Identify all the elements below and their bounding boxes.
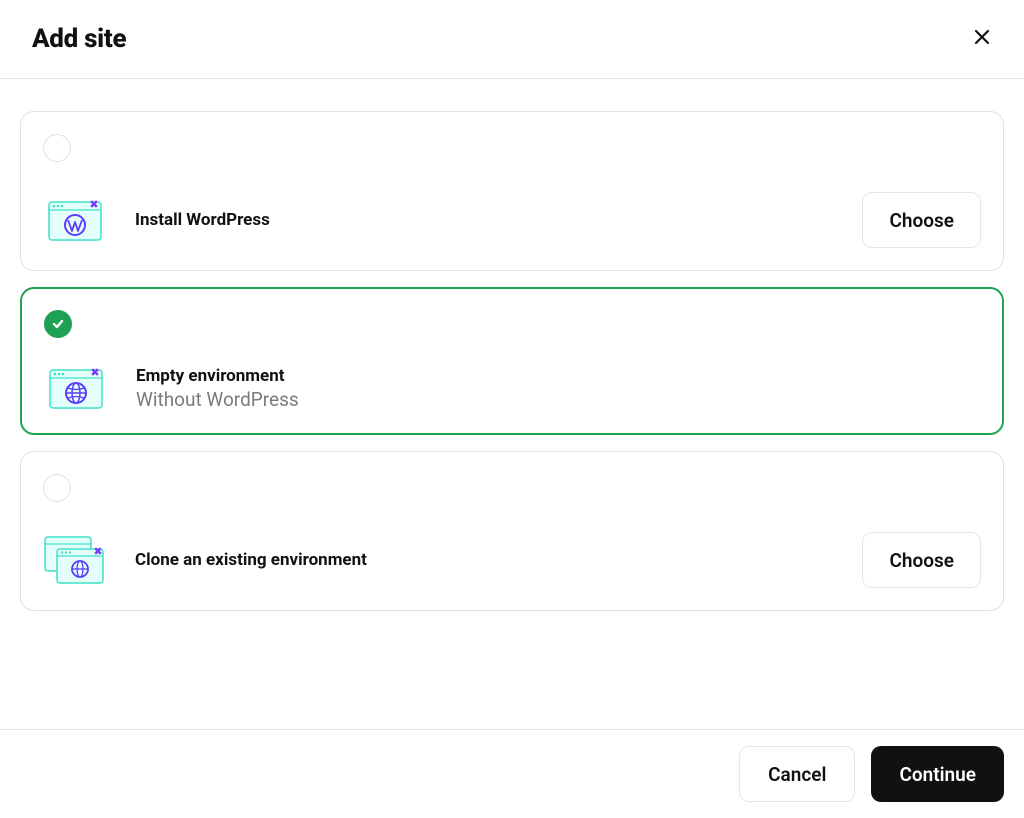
option-title: Clone an existing environment [135, 550, 834, 570]
dialog-footer: Cancel Continue [0, 729, 1024, 818]
clone-browser-icon [43, 536, 107, 584]
choose-button-label: Choose [889, 209, 954, 232]
option-body: Install WordPress Choose [43, 192, 981, 248]
option-labels: Empty environment Without WordPress [136, 366, 980, 411]
cancel-button-label: Cancel [768, 763, 826, 786]
options-list: Install WordPress Choose [0, 79, 1024, 611]
choose-button[interactable]: Choose [862, 192, 981, 248]
option-labels: Install WordPress [135, 210, 834, 230]
choose-button-label: Choose [889, 549, 954, 572]
continue-button-label: Continue [899, 763, 976, 786]
globe-browser-icon [44, 364, 108, 412]
close-button[interactable] [968, 25, 996, 53]
cancel-button[interactable]: Cancel [739, 746, 855, 802]
option-title: Empty environment [136, 366, 980, 386]
radio-unchecked-icon [43, 474, 71, 502]
continue-button[interactable]: Continue [871, 746, 1004, 802]
option-empty-environment[interactable]: Empty environment Without WordPress [20, 287, 1004, 435]
option-labels: Clone an existing environment [135, 550, 834, 570]
dialog-title: Add site [32, 24, 126, 54]
option-body: Empty environment Without WordPress [44, 364, 980, 412]
option-clone-environment[interactable]: Clone an existing environment Choose [20, 451, 1004, 611]
wordpress-browser-icon [43, 196, 107, 244]
choose-button[interactable]: Choose [862, 532, 981, 588]
option-body: Clone an existing environment Choose [43, 532, 981, 588]
radio-unchecked-icon [43, 134, 71, 162]
close-icon [974, 28, 990, 50]
option-subtitle: Without WordPress [136, 388, 980, 411]
radio-checked-icon [44, 310, 72, 338]
dialog-header: Add site [0, 0, 1024, 79]
option-install-wordpress[interactable]: Install WordPress Choose [20, 111, 1004, 271]
option-title: Install WordPress [135, 210, 834, 230]
